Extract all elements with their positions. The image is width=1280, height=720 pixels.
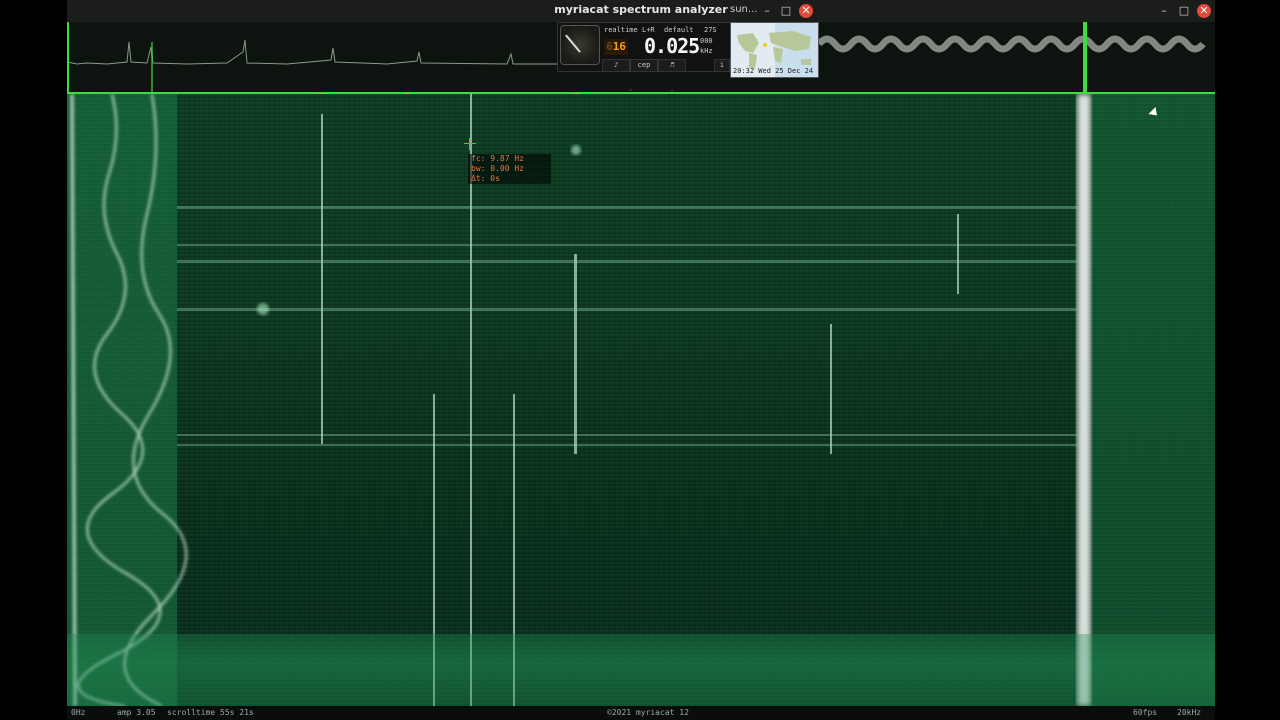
- title-bar: myriacat spectrum analyzer sun... – □ ✕ …: [67, 0, 1215, 22]
- lcd-value: 16: [612, 40, 626, 53]
- sun-window-tab[interactable]: sun...: [730, 4, 757, 15]
- status-scrolltime[interactable]: scrolltime 55s 21s: [167, 708, 254, 717]
- main-maximize-icon[interactable]: □: [1177, 4, 1191, 18]
- lcd-prefix: 6: [606, 40, 613, 53]
- minimize-icon[interactable]: –: [760, 4, 774, 18]
- preset-label[interactable]: default: [664, 26, 694, 34]
- notes-button[interactable]: ♬: [658, 59, 686, 72]
- map-timestamp: 20:32 Wed 25 Dec 24: [733, 67, 814, 75]
- crosshair-cursor: [464, 138, 476, 150]
- control-panel: realtime L+R default 27S 616 0.025 000 k…: [557, 22, 731, 72]
- main-close-icon[interactable]: ✕: [1197, 4, 1211, 18]
- note-button[interactable]: ♪: [602, 59, 630, 72]
- status-max-freq: 20kHz: [1177, 708, 1202, 717]
- readout-dt: Δt: 0s: [471, 174, 500, 183]
- unit-label: kHz: [700, 47, 713, 55]
- readout-bw: bw: 0.00 Hz: [471, 164, 524, 173]
- status-copyright: ©2021 myriacat 12: [607, 708, 689, 717]
- window-title: myriacat spectrum analyzer: [554, 3, 728, 16]
- status-fps: 60fps: [1133, 708, 1158, 717]
- frequency-value: 0.025: [644, 34, 700, 58]
- level-gauge: [560, 25, 600, 65]
- info-button[interactable]: i: [714, 59, 730, 72]
- app-window: myriacat spectrum analyzer sun... – □ ✕ …: [67, 0, 1215, 720]
- small-value: 000: [700, 37, 713, 45]
- status-bar: 0Hz amp 3.05 scrolltime 55s 21s ©2021 my…: [67, 706, 1215, 720]
- sun-map-window[interactable]: 20:32 Wed 25 Dec 24: [730, 22, 819, 78]
- cep-button[interactable]: cep: [630, 59, 658, 72]
- readout-fc: fc: 9.87 Hz: [471, 154, 524, 163]
- channels-label[interactable]: L+R: [642, 26, 655, 34]
- mode-label[interactable]: realtime: [604, 26, 638, 34]
- maximize-icon[interactable]: □: [779, 4, 793, 18]
- spectrogram-waterfall[interactable]: [67, 94, 1215, 706]
- status-amp[interactable]: amp 3.05: [117, 708, 156, 717]
- counter-label: 27S: [704, 26, 717, 34]
- status-min-freq: 0Hz: [71, 708, 86, 717]
- lcd-display: 616: [604, 39, 628, 55]
- cursor-readout: fc: 9.87 Hz bw: 0.00 Hz Δt: 0s: [468, 154, 551, 184]
- close-icon[interactable]: ✕: [799, 4, 813, 18]
- main-minimize-icon[interactable]: –: [1157, 4, 1171, 18]
